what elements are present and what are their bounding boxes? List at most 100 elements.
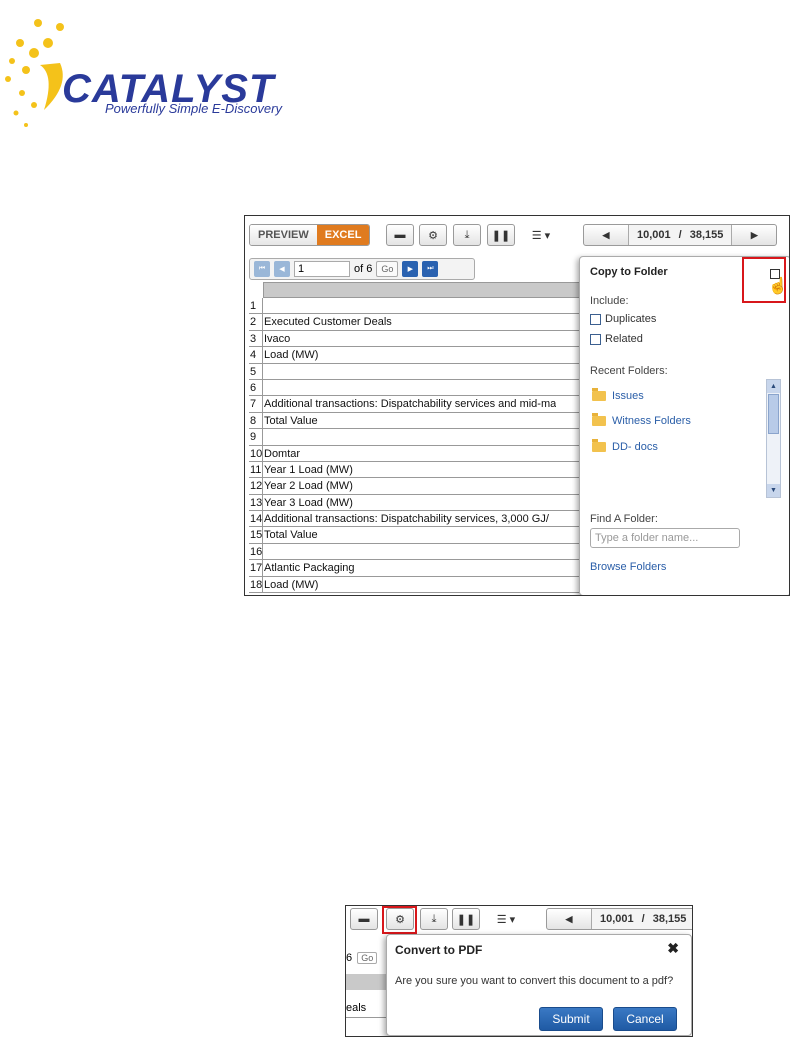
menu-button[interactable]: ☰ ▾	[486, 908, 526, 930]
tab-excel[interactable]: EXCEL	[316, 225, 370, 245]
record-total: 38,155	[689, 229, 724, 241]
row-number: 17	[250, 560, 263, 576]
row-cell[interactable]: Load (MW)	[263, 577, 318, 592]
row-cell[interactable]	[263, 298, 264, 313]
folder-button[interactable]: ▬	[350, 908, 378, 930]
columns-icon: ❚❚	[456, 913, 476, 926]
row-cell[interactable]: Load (MW)	[263, 347, 318, 362]
row-number: 11	[250, 461, 263, 478]
row-number: 5	[249, 363, 263, 379]
folder-label: Witness Folders	[612, 415, 691, 427]
row-cell[interactable]	[263, 380, 264, 395]
recent-folders-label: Recent Folders:	[590, 365, 668, 377]
columns-button[interactable]: ❚❚	[452, 908, 480, 930]
menu-button[interactable]: ☰ ▾	[521, 224, 561, 246]
viewer-toolbar: PREVIEW EXCEL ▬ ⚙ ⤓ ❚❚ ☰ ▾ ◀ 10,001 / 38…	[245, 216, 789, 254]
row-number: 16	[250, 543, 263, 560]
convert-button[interactable]: ⚙	[419, 224, 447, 246]
row-cell[interactable]: Year 2 Load (MW)	[263, 478, 353, 493]
folder-icon	[592, 388, 606, 401]
row-number: 15	[250, 527, 263, 543]
download-button[interactable]: ⤓	[420, 908, 448, 930]
close-icon[interactable]: ✖	[667, 940, 679, 957]
row-cell[interactable]: Total Value	[263, 413, 318, 428]
submit-button[interactable]: Submit	[539, 1007, 603, 1031]
gears-icon: ⚙	[428, 229, 438, 242]
grid-header-fragment	[346, 974, 386, 990]
convert-to-pdf-dialog: Convert to PDF ✖ Are you sure you want t…	[386, 934, 692, 1036]
scroll-down-icon[interactable]: ▼	[767, 484, 780, 497]
convert-highlight	[382, 906, 417, 934]
page-count-label: of 6	[354, 263, 373, 275]
row-cell[interactable]	[263, 429, 264, 444]
download-icon: ⤓	[431, 912, 437, 925]
download-button[interactable]: ⤓	[453, 224, 481, 246]
panel-title: Copy to Folder	[590, 266, 668, 278]
row-number: 14	[250, 511, 263, 527]
row-cell[interactable]	[263, 364, 264, 379]
folder-label: Issues	[612, 390, 644, 402]
logo-tagline: Powerfully Simple E-Discovery	[105, 101, 282, 116]
row-cell[interactable]: Year 3 Load (MW)	[263, 495, 353, 510]
first-page-button[interactable]: ⏮	[254, 261, 270, 277]
folder-button[interactable]: ▬	[386, 224, 414, 246]
row-cell[interactable]: Atlantic Packaging	[263, 560, 355, 575]
folder-item-dd-docs[interactable]: DD- docs	[592, 439, 658, 453]
row-cell[interactable]: Additional transactions: Dispatchability…	[263, 396, 556, 411]
go-button[interactable]: Go	[376, 261, 399, 277]
record-counter: 10,001 / 38,155	[591, 909, 692, 929]
row-number: 2	[249, 314, 263, 330]
row-cell[interactable]	[263, 544, 264, 559]
scroll-thumb[interactable]	[768, 394, 779, 434]
folder-item-witness[interactable]: Witness Folders	[592, 413, 691, 427]
row-number: 4	[249, 347, 263, 363]
folder-label: DD- docs	[612, 441, 658, 453]
row-cell[interactable]: Year 1 Load (MW)	[263, 462, 353, 477]
columns-button[interactable]: ❚❚	[487, 224, 515, 246]
record-navigator: ◀ 10,001 / 38,155 ▶	[583, 224, 778, 246]
go-button[interactable]: Go	[357, 952, 378, 964]
dialog-title: Convert to PDF	[395, 943, 483, 957]
row-number: 6	[249, 379, 263, 396]
page-input[interactable]: 1	[294, 261, 350, 277]
prev-record-button[interactable]: ◀	[547, 914, 591, 925]
next-page-button[interactable]: ▶	[402, 261, 419, 277]
record-total: 38,155	[652, 913, 687, 925]
tab-preview[interactable]: PREVIEW	[250, 225, 317, 245]
row-number: 8	[249, 412, 263, 429]
prev-record-button[interactable]: ◀	[584, 230, 628, 241]
include-label: Include:	[590, 295, 629, 307]
page-navigator: ⏮ ◀ 1 of 6 Go ▶ ⏭	[249, 258, 475, 280]
last-page-button[interactable]: ⏭	[422, 261, 439, 277]
cancel-button[interactable]: Cancel	[613, 1007, 677, 1031]
row-cell[interactable]: Domtar	[263, 446, 300, 461]
record-navigator: ◀ 10,001 / 38,155	[546, 908, 692, 930]
row-cell[interactable]: Ivaco	[263, 331, 290, 346]
row-number: 1	[249, 298, 263, 314]
folders-scrollbar[interactable]: ▲ ▼	[766, 379, 781, 498]
record-counter: 10,001 / 38,155	[628, 225, 733, 245]
find-folder-input[interactable]: Type a folder name...	[590, 528, 740, 548]
row-cell[interactable]: Total Value	[263, 527, 318, 542]
row-cell[interactable]: Additional transactions: Dispatchability…	[263, 511, 549, 526]
catalyst-logo: CATALYST Powerfully Simple E-Discovery	[0, 15, 330, 135]
view-mode-toggle: PREVIEW EXCEL	[249, 224, 371, 246]
duplicates-checkbox[interactable]: Duplicates	[590, 313, 656, 325]
row-number: 3	[249, 330, 263, 347]
row-number: 7	[249, 396, 263, 412]
popout-highlight: ☝	[742, 257, 788, 303]
page-count-fragment: 6	[346, 952, 353, 964]
next-record-button[interactable]: ▶	[732, 230, 776, 241]
row-number: 9	[249, 429, 263, 445]
find-folder-label: Find A Folder:	[590, 513, 658, 525]
folder-item-issues[interactable]: Issues	[592, 388, 644, 402]
scroll-up-icon[interactable]: ▲	[767, 380, 780, 393]
folder-icon: ▬	[394, 229, 406, 241]
browse-folders-link[interactable]: Browse Folders	[590, 561, 666, 573]
row-number: 10	[250, 445, 263, 461]
row-cell[interactable]: Executed Customer Deals	[263, 314, 392, 329]
grid-cell-fragment: eals	[346, 1002, 386, 1018]
prev-page-button[interactable]: ◀	[274, 261, 290, 277]
record-current: 10,001	[600, 913, 634, 925]
related-checkbox[interactable]: Related	[590, 333, 643, 345]
